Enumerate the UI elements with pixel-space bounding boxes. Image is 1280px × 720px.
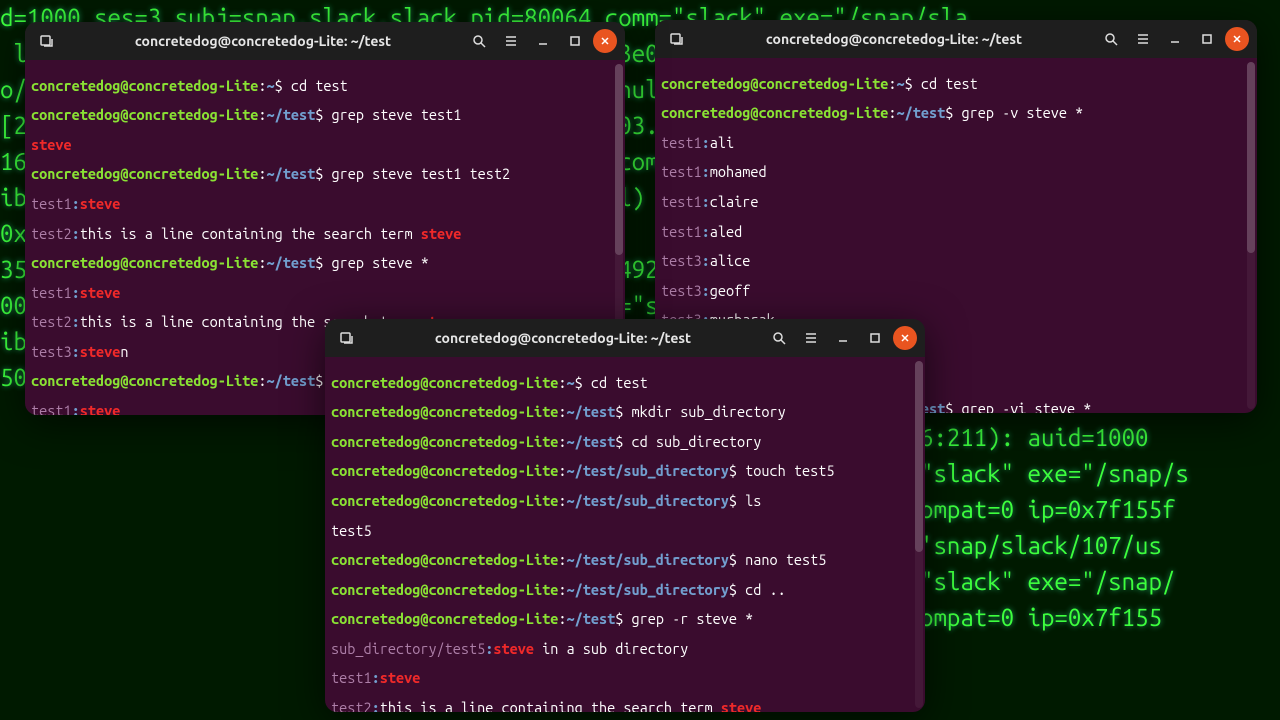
maximize-button[interactable] xyxy=(861,324,889,352)
search-button[interactable] xyxy=(1097,25,1125,53)
titlebar[interactable]: concretedog@concretedog-Lite: ~/test xyxy=(25,22,625,60)
terminal-body[interactable]: concretedog@concretedog-Lite:~$ cd test … xyxy=(325,357,925,712)
terminal-window-3[interactable]: concretedog@concretedog-Lite: ~/test con… xyxy=(325,319,925,712)
window-title: concretedog@concretedog-Lite: ~/test xyxy=(695,31,1093,47)
titlebar[interactable]: concretedog@concretedog-Lite: ~/test xyxy=(655,20,1257,58)
window-title: concretedog@concretedog-Lite: ~/test xyxy=(65,33,461,49)
menu-button[interactable] xyxy=(497,27,525,55)
new-tab-button[interactable] xyxy=(333,324,361,352)
wallpaper-right: 6:211): auid=1000 "slack" exe="/snap/s o… xyxy=(920,420,1280,720)
close-button[interactable] xyxy=(893,326,917,350)
scrollbar[interactable] xyxy=(915,361,923,708)
minimize-button[interactable] xyxy=(1161,25,1189,53)
minimize-button[interactable] xyxy=(529,27,557,55)
search-button[interactable] xyxy=(765,324,793,352)
maximize-button[interactable] xyxy=(1193,25,1221,53)
new-tab-button[interactable] xyxy=(663,25,691,53)
maximize-button[interactable] xyxy=(561,27,589,55)
close-button[interactable] xyxy=(593,29,617,53)
window-title: concretedog@concretedog-Lite: ~/test xyxy=(365,330,761,346)
minimize-button[interactable] xyxy=(829,324,857,352)
menu-button[interactable] xyxy=(1129,25,1157,53)
new-tab-button[interactable] xyxy=(33,27,61,55)
menu-button[interactable] xyxy=(797,324,825,352)
close-button[interactable] xyxy=(1225,27,1249,51)
search-button[interactable] xyxy=(465,27,493,55)
titlebar[interactable]: concretedog@concretedog-Lite: ~/test xyxy=(325,319,925,357)
scrollbar[interactable] xyxy=(1247,62,1255,409)
